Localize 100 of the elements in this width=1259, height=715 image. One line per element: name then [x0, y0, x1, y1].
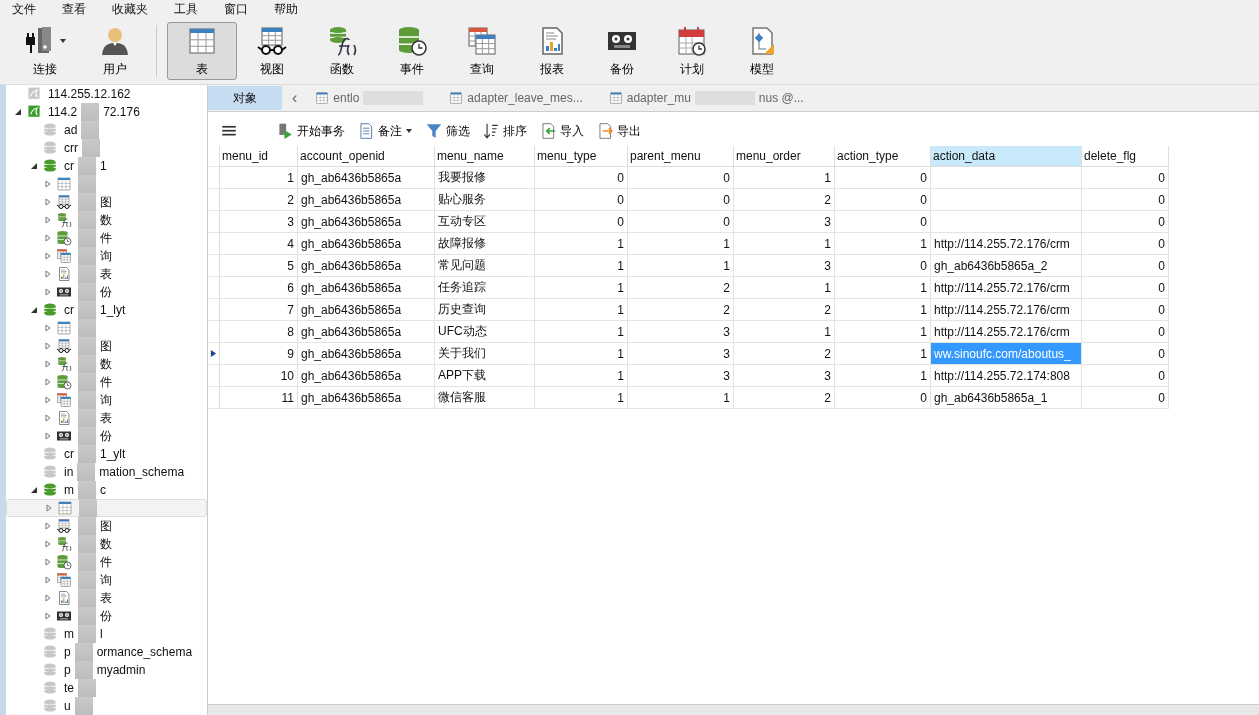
tree-item[interactable]: 数: [6, 355, 207, 373]
tab[interactable]: entlo: [307, 86, 432, 110]
tree-item[interactable]: crr: [6, 139, 207, 157]
tree-item[interactable]: te: [6, 679, 207, 697]
toolbar-button[interactable]: 计划: [657, 22, 727, 80]
collapsed-icon[interactable]: [44, 360, 52, 368]
column-header[interactable]: delete_flg: [1082, 146, 1169, 167]
tree-item[interactable]: 表: [6, 265, 207, 283]
tree-item[interactable]: in mation_schema: [6, 463, 207, 481]
tree-item[interactable]: 表: [6, 589, 207, 607]
tab[interactable]: 对象: [208, 86, 282, 110]
collapsed-icon[interactable]: [44, 432, 52, 440]
tree-item[interactable]: 图: [6, 193, 207, 211]
menu-item[interactable]: 收藏夹: [112, 0, 148, 18]
expanded-icon[interactable]: [14, 108, 22, 116]
tree-item[interactable]: m l: [6, 625, 207, 643]
collapsed-icon[interactable]: [44, 522, 52, 530]
tree-item[interactable]: cr 1_lyt: [6, 301, 207, 319]
tree-item[interactable]: cr 1_ylt: [6, 445, 207, 463]
collapsed-icon[interactable]: [44, 594, 52, 602]
expanded-icon[interactable]: [30, 486, 38, 494]
row-header-cell[interactable]: [208, 233, 220, 255]
toolbar-button[interactable]: 视图: [237, 22, 307, 80]
column-header[interactable]: action_data: [931, 146, 1082, 167]
tree-item[interactable]: u: [6, 697, 207, 715]
tree-item[interactable]: 图: [6, 517, 207, 535]
column-header[interactable]: menu_id: [220, 146, 298, 167]
scroll-left-button[interactable]: ‹: [292, 89, 298, 107]
tree-item[interactable]: p myadmin: [6, 661, 207, 679]
collapsed-icon[interactable]: [44, 558, 52, 566]
tree-item[interactable]: 114.2 72.176: [6, 103, 207, 121]
tree-item[interactable]: 114.255.12.162: [6, 85, 207, 103]
toolbar-button[interactable]: 报表: [517, 22, 587, 80]
toolbar-button[interactable]: 备注: [355, 122, 415, 140]
tree-item[interactable]: 图: [6, 337, 207, 355]
menu-item[interactable]: 查看: [62, 0, 86, 18]
tree-item[interactable]: 件: [6, 373, 207, 391]
row-header-cell[interactable]: [208, 255, 220, 277]
toolbar-button[interactable]: 查询: [447, 22, 517, 80]
tree-item[interactable]: p ormance_schema: [6, 643, 207, 661]
toolbar-button[interactable]: 用户: [80, 22, 150, 80]
menu-item[interactable]: 帮助: [274, 0, 298, 18]
tab[interactable]: adapter_mu nus @...: [600, 86, 812, 110]
column-header[interactable]: menu_order: [734, 146, 835, 167]
toolbar-button[interactable]: 备份: [587, 22, 657, 80]
tree-item[interactable]: 数: [6, 535, 207, 553]
tree-item[interactable]: 表: [6, 409, 207, 427]
toolbar-button[interactable]: 表: [167, 22, 237, 80]
collapsed-icon[interactable]: [44, 270, 52, 278]
tree-item[interactable]: cr 1: [6, 157, 207, 175]
tree-item[interactable]: 询: [6, 391, 207, 409]
collapsed-icon[interactable]: [45, 504, 53, 512]
toolbar-button[interactable]: 开始事务: [274, 122, 347, 140]
toolbar-button[interactable]: 排序: [480, 122, 529, 140]
expanded-icon[interactable]: [30, 162, 38, 170]
row-header-cell[interactable]: [208, 167, 220, 189]
collapsed-icon[interactable]: [44, 216, 52, 224]
collapsed-icon[interactable]: [44, 234, 52, 242]
toolbar-button[interactable]: 导出: [594, 122, 643, 140]
toolbar-button[interactable]: 导入: [537, 122, 586, 140]
collapsed-icon[interactable]: [44, 414, 52, 422]
column-header[interactable]: parent_menu: [628, 146, 734, 167]
tree-item[interactable]: 份: [6, 427, 207, 445]
row-header-cell[interactable]: [208, 321, 220, 343]
row-header-cell[interactable]: [208, 299, 220, 321]
tree-item[interactable]: ad: [6, 121, 207, 139]
row-header-cell[interactable]: [208, 211, 220, 233]
column-header[interactable]: menu_name: [435, 146, 535, 167]
row-header-cell[interactable]: [208, 189, 220, 211]
tree-item[interactable]: 数: [6, 211, 207, 229]
toolbar-button[interactable]: 连接: [10, 22, 80, 80]
tree-item[interactable]: m c: [6, 481, 207, 499]
toolbar-button[interactable]: 筛选: [423, 122, 472, 140]
collapsed-icon[interactable]: [44, 396, 52, 404]
toolbar-button[interactable]: 模型: [727, 22, 797, 80]
expanded-icon[interactable]: [30, 306, 38, 314]
collapsed-icon[interactable]: [44, 342, 52, 350]
tab[interactable]: adapter_leave_mes...: [441, 86, 591, 110]
column-header[interactable]: menu_type: [535, 146, 628, 167]
row-header-cell[interactable]: [208, 343, 220, 365]
row-header-cell[interactable]: [208, 277, 220, 299]
tree-item[interactable]: 询: [6, 247, 207, 265]
collapsed-icon[interactable]: [44, 180, 52, 188]
tree-item[interactable]: 件: [6, 553, 207, 571]
collapsed-icon[interactable]: [44, 288, 52, 296]
collapsed-icon[interactable]: [44, 252, 52, 260]
row-header-cell[interactable]: [208, 365, 220, 387]
menu-item[interactable]: 窗口: [224, 0, 248, 18]
row-header-cell[interactable]: [208, 387, 220, 409]
menu-item[interactable]: 工具: [174, 0, 198, 18]
tree-item[interactable]: 份: [6, 607, 207, 625]
column-header[interactable]: account_openid: [298, 146, 435, 167]
tree-item[interactable]: 份: [6, 283, 207, 301]
collapsed-icon[interactable]: [44, 612, 52, 620]
collapsed-icon[interactable]: [44, 324, 52, 332]
toolbar-button[interactable]: 函数: [307, 22, 377, 80]
collapsed-icon[interactable]: [44, 378, 52, 386]
collapsed-icon[interactable]: [44, 540, 52, 548]
tree-item[interactable]: 询: [6, 571, 207, 589]
menu-item[interactable]: 文件: [12, 0, 36, 18]
